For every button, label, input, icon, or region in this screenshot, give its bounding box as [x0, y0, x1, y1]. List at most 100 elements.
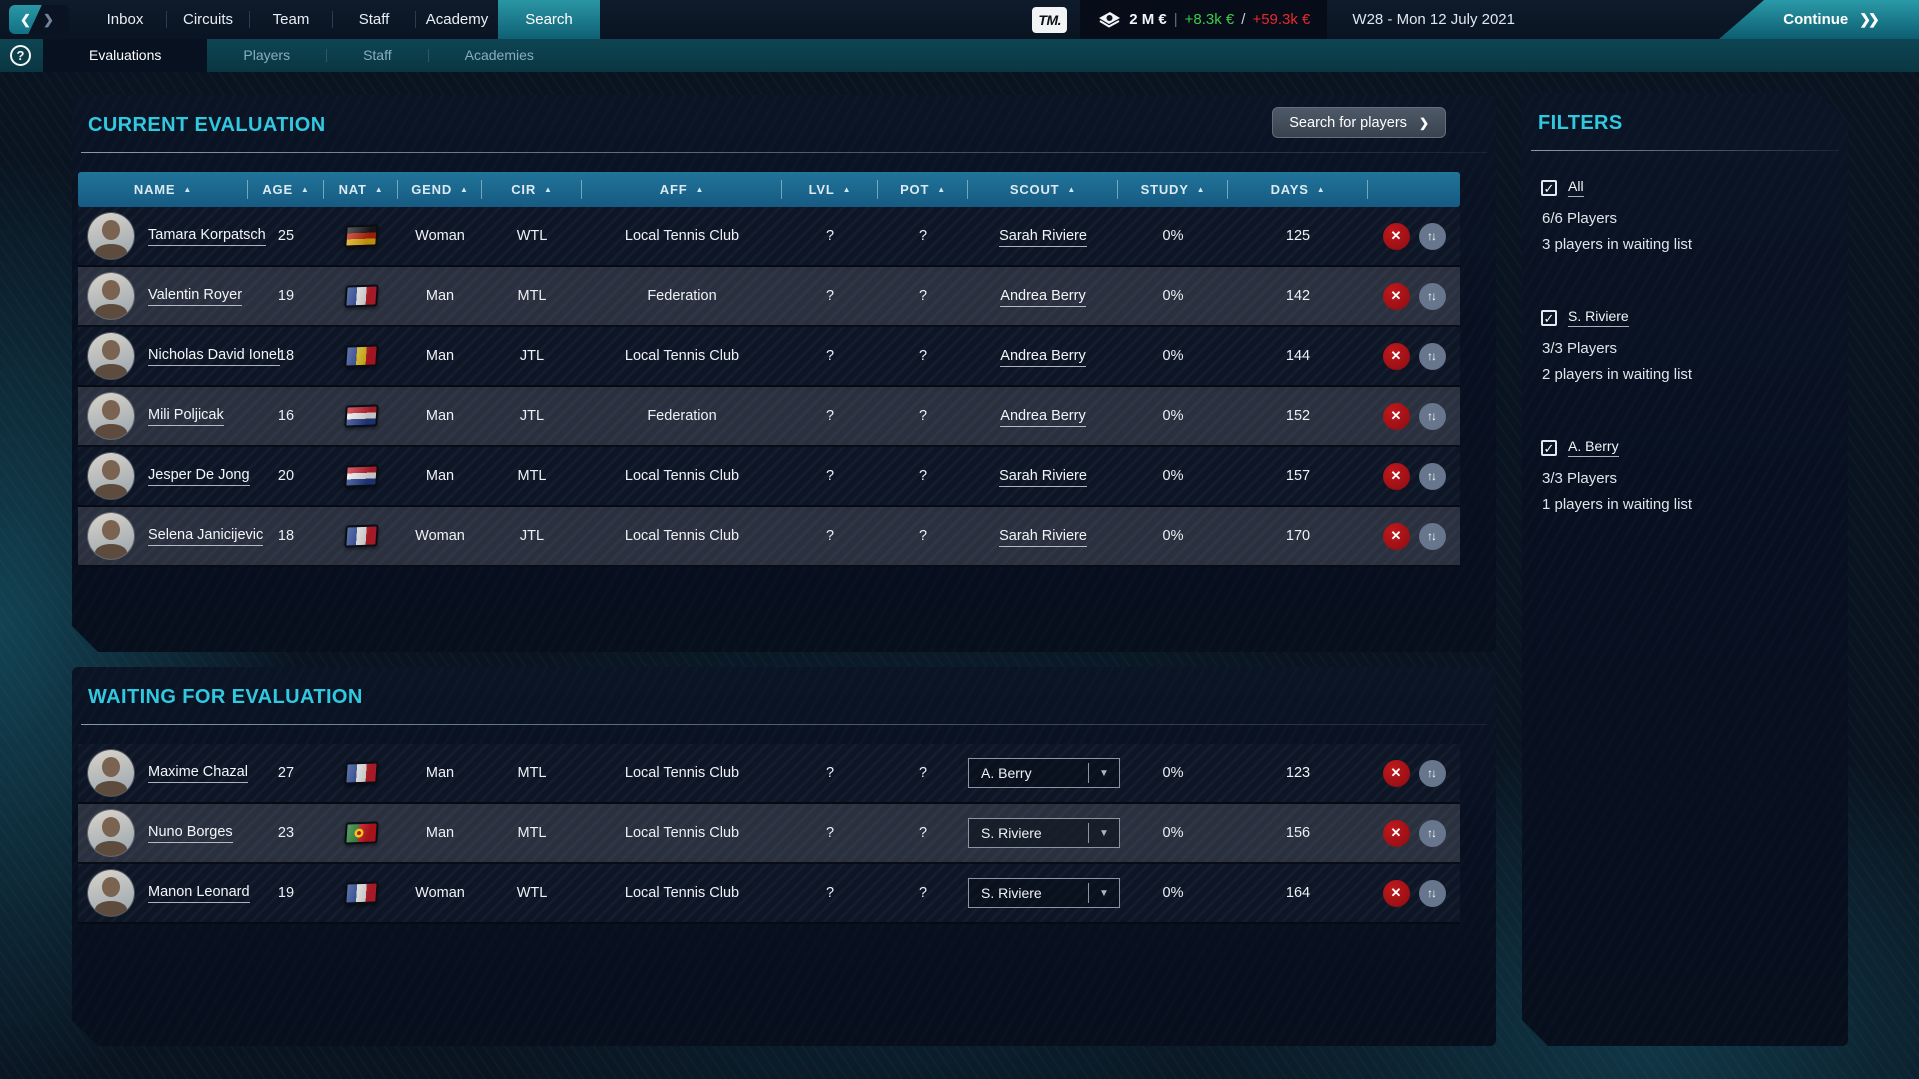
scout-link[interactable]: Andrea Berry	[1000, 288, 1085, 307]
nav-tab-academy[interactable]: Academy	[416, 0, 498, 39]
column-header-cir[interactable]: CIR▲	[482, 172, 582, 207]
lvl-cell: ?	[782, 528, 878, 544]
column-header-scout[interactable]: SCOUT▲	[968, 172, 1118, 207]
nav-tab-team[interactable]: Team	[250, 0, 332, 39]
nav-tab-inbox[interactable]: Inbox	[84, 0, 166, 39]
age-cell: 27	[248, 765, 324, 781]
scout-select[interactable]: S. Riviere▼	[968, 818, 1120, 848]
help-icon[interactable]: ?	[10, 45, 31, 66]
player-avatar[interactable]	[88, 870, 134, 916]
study-cell: 0%	[1118, 348, 1228, 364]
player-name-link[interactable]: Mili Poljicak	[148, 407, 224, 426]
player-avatar[interactable]	[88, 213, 134, 259]
actions-cell: ✕ ↑↓	[1368, 880, 1460, 907]
checkbox-icon[interactable]: ✓	[1541, 180, 1557, 196]
player-cell: Nicholas David Ionel	[78, 333, 248, 379]
player-avatar[interactable]	[88, 273, 134, 319]
study-cell: 0%	[1118, 288, 1228, 304]
actions-cell: ✕ ↑↓	[1368, 760, 1460, 787]
nav-tab-circuits[interactable]: Circuits	[167, 0, 249, 39]
cir-cell: MTL	[482, 765, 582, 781]
player-row: Jesper De Jong20ManMTLLocal Tennis Club?…	[78, 447, 1460, 507]
player-cell: Manon Leonard	[78, 870, 248, 916]
column-header-pot[interactable]: POT▲	[878, 172, 968, 207]
sort-asc-icon: ▲	[1197, 185, 1206, 194]
reorder-button[interactable]: ↑↓	[1419, 463, 1446, 490]
chevron-right-icon: ❯	[43, 12, 54, 28]
scout-link[interactable]: Sarah Riviere	[999, 528, 1087, 547]
column-header-study[interactable]: STUDY▲	[1118, 172, 1228, 207]
reorder-button[interactable]: ↑↓	[1419, 523, 1446, 550]
scout-link[interactable]: Sarah Riviere	[999, 468, 1087, 487]
flag-pt-icon	[344, 821, 379, 844]
player-name-link[interactable]: Jesper De Jong	[148, 467, 250, 486]
column-label: LVL	[809, 182, 835, 197]
remove-button[interactable]: ✕	[1383, 523, 1410, 550]
remove-button[interactable]: ✕	[1383, 403, 1410, 430]
player-avatar[interactable]	[88, 393, 134, 439]
column-header-gend[interactable]: GEND▲	[398, 172, 482, 207]
reorder-button[interactable]: ↑↓	[1419, 223, 1446, 250]
sort-asc-icon: ▲	[544, 185, 553, 194]
reorder-button[interactable]: ↑↓	[1419, 343, 1446, 370]
reorder-button[interactable]: ↑↓	[1419, 760, 1446, 787]
reorder-button[interactable]: ↑↓	[1419, 403, 1446, 430]
scout-select-value: S. Riviere	[969, 825, 1088, 841]
nav-tab-staff[interactable]: Staff	[333, 0, 415, 39]
scout-link[interactable]: Sarah Riviere	[999, 228, 1087, 247]
column-header-name[interactable]: NAME▲	[78, 172, 248, 207]
remove-button[interactable]: ✕	[1383, 463, 1410, 490]
pot-cell: ?	[878, 468, 968, 484]
column-header-nat[interactable]: NAT▲	[324, 172, 398, 207]
checkbox-icon[interactable]: ✓	[1541, 310, 1557, 326]
remove-button[interactable]: ✕	[1383, 223, 1410, 250]
table-header: NAME▲AGE▲NAT▲GEND▲CIR▲AFF▲LVL▲POT▲SCOUT▲…	[78, 172, 1460, 207]
dropdown-caret-icon: ▼	[1089, 888, 1119, 899]
subnav-tab-academies[interactable]: Academies	[429, 39, 570, 72]
filter-label[interactable]: S. Riviere	[1568, 308, 1629, 327]
player-name-link[interactable]: Maxime Chazal	[148, 764, 248, 783]
player-row: Selena Janicijevic18WomanJTLLocal Tennis…	[78, 507, 1460, 567]
scout-select[interactable]: A. Berry▼	[968, 758, 1120, 788]
player-avatar[interactable]	[88, 453, 134, 499]
checkbox-icon[interactable]: ✓	[1541, 440, 1557, 456]
player-name-link[interactable]: Selena Janicijevic	[148, 527, 263, 546]
remove-button[interactable]: ✕	[1383, 283, 1410, 310]
reorder-button[interactable]: ↑↓	[1419, 880, 1446, 907]
subnav-tab-evaluations[interactable]: Evaluations	[43, 39, 207, 72]
player-avatar[interactable]	[88, 750, 134, 796]
aff-cell: Local Tennis Club	[582, 528, 782, 544]
forward-button[interactable]: ❯	[43, 5, 69, 34]
waiting-count: 1 players in waiting list	[1542, 496, 1848, 513]
remove-button[interactable]: ✕	[1383, 880, 1410, 907]
cir-cell: JTL	[482, 408, 582, 424]
remove-button[interactable]: ✕	[1383, 343, 1410, 370]
column-header-lvl[interactable]: LVL▲	[782, 172, 878, 207]
column-header-age[interactable]: AGE▲	[248, 172, 324, 207]
pot-cell: ?	[878, 288, 968, 304]
scout-link[interactable]: Andrea Berry	[1000, 348, 1085, 367]
remove-button[interactable]: ✕	[1383, 760, 1410, 787]
nav-tab-search[interactable]: Search	[498, 0, 600, 39]
player-avatar[interactable]	[88, 333, 134, 379]
scout-select[interactable]: S. Riviere▼	[968, 878, 1120, 908]
nat-cell	[324, 762, 398, 784]
filter-label[interactable]: A. Berry	[1568, 438, 1619, 457]
player-avatar[interactable]	[88, 810, 134, 856]
player-name-link[interactable]: Manon Leonard	[148, 884, 250, 903]
player-name-link[interactable]: Nuno Borges	[148, 824, 233, 843]
subnav-tab-staff[interactable]: Staff	[327, 39, 428, 72]
search-for-players-button[interactable]: Search for players ❯	[1272, 107, 1446, 138]
reorder-button[interactable]: ↑↓	[1419, 820, 1446, 847]
remove-button[interactable]: ✕	[1383, 820, 1410, 847]
cir-cell: WTL	[482, 228, 582, 244]
column-header-days[interactable]: DAYS▲	[1228, 172, 1368, 207]
player-name-link[interactable]: Valentin Royer	[148, 287, 242, 306]
filter-label[interactable]: All	[1568, 178, 1584, 197]
reorder-button[interactable]: ↑↓	[1419, 283, 1446, 310]
column-header-aff[interactable]: AFF▲	[582, 172, 782, 207]
sort-asc-icon: ▲	[695, 185, 704, 194]
scout-link[interactable]: Andrea Berry	[1000, 408, 1085, 427]
player-avatar[interactable]	[88, 513, 134, 559]
subnav-tab-players[interactable]: Players	[207, 39, 326, 72]
